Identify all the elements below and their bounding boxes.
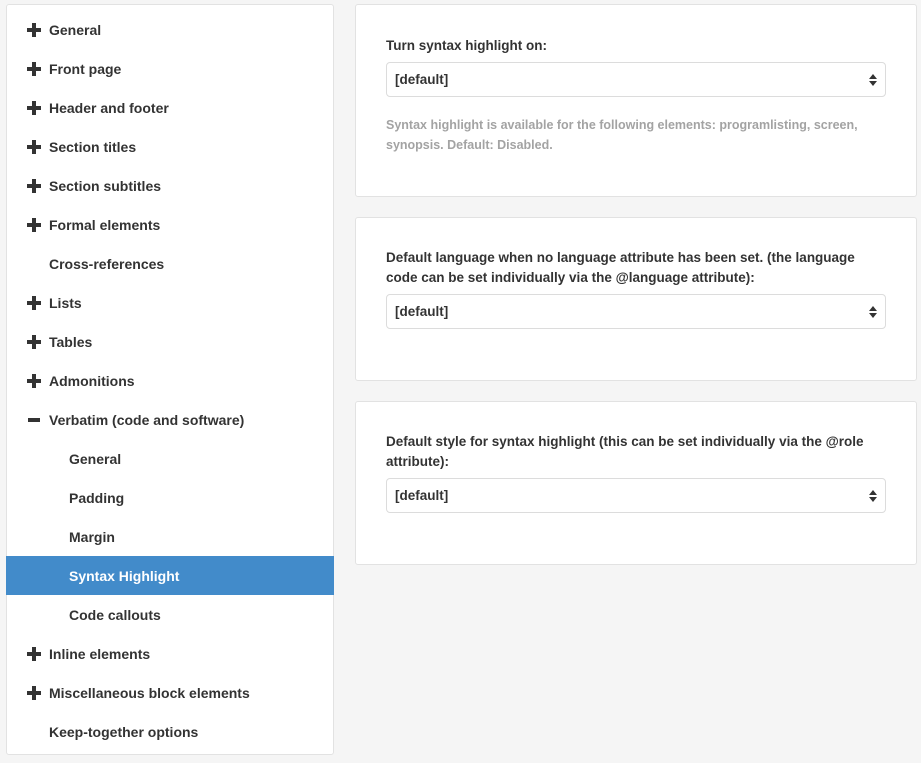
setting-card-default-style: Default style for syntax highlight (this… [355, 401, 917, 565]
sidebar-item-label: Admonitions [49, 372, 135, 389]
sidebar-item-label: General [69, 450, 122, 467]
sidebar-item-cross-references[interactable]: Cross-references [7, 244, 333, 283]
syntax-highlight-help-text: Syntax highlight is available for the fo… [386, 118, 858, 152]
sidebar-item-label: Tables [49, 333, 93, 350]
sidebar-item-section-subtitles[interactable]: Section subtitles [7, 166, 333, 205]
plus-icon [27, 217, 49, 232]
sidebar-item-section-titles[interactable]: Section titles [7, 127, 333, 166]
default-style-select[interactable]: [default] [386, 478, 886, 513]
select-arrows-icon [869, 305, 877, 318]
default-style-label: Default style for syntax highlight (this… [386, 434, 864, 469]
sidebar-item-admonitions[interactable]: Admonitions [7, 361, 333, 400]
sidebar-item-keep-together-options[interactable]: Keep-together options [7, 712, 333, 751]
sidebar-item-label: Lists [49, 294, 82, 311]
default-language-label: Default language when no language attrib… [386, 250, 855, 285]
sidebar-item-general[interactable]: General [7, 10, 333, 49]
sidebar-item-label: Verbatim (code and software) [49, 411, 245, 428]
sidebar-item-label: Padding [69, 489, 125, 506]
plus-icon [27, 685, 49, 700]
plus-icon [27, 334, 49, 349]
sidebar-item-label: Section titles [49, 138, 137, 155]
sidebar-item-label: General [49, 21, 102, 38]
select-arrows-icon [869, 73, 877, 86]
minus-icon [27, 413, 49, 427]
default-language-select[interactable]: [default] [386, 294, 886, 329]
sidebar-item-header-and-footer[interactable]: Header and footer [7, 88, 333, 127]
sidebar-subitem-code-callouts[interactable]: Code callouts [7, 595, 333, 634]
sidebar-item-label: Section subtitles [49, 177, 162, 194]
plus-icon [27, 100, 49, 115]
sidebar-item-lists[interactable]: Lists [7, 283, 333, 322]
sidebar-item-label: Formal elements [49, 216, 161, 233]
sidebar-item-label: Margin [69, 528, 115, 545]
sidebar-item-tables[interactable]: Tables [7, 322, 333, 361]
plus-icon [27, 61, 49, 76]
select-value: [default] [395, 72, 449, 87]
plus-icon [27, 295, 49, 310]
syntax-highlight-on-label: Turn syntax highlight on: [386, 38, 547, 53]
setting-card-syntax-highlight-on: Turn syntax highlight on: [default] Synt… [355, 4, 917, 197]
select-value: [default] [395, 488, 449, 503]
sidebar-item-label: Keep-together options [49, 723, 199, 740]
sidebar-item-label: Header and footer [49, 99, 169, 116]
sidebar-subitem-general[interactable]: General [7, 439, 333, 478]
select-value: [default] [395, 304, 449, 319]
plus-icon [27, 139, 49, 154]
sidebar-item-front-page[interactable]: Front page [7, 49, 333, 88]
plus-icon [27, 373, 49, 388]
setting-card-default-language: Default language when no language attrib… [355, 217, 917, 381]
sidebar-item-label: Syntax Highlight [69, 567, 180, 584]
sidebar-item-label: Inline elements [49, 645, 151, 662]
sidebar-item-label: Cross-references [49, 255, 165, 272]
plus-icon [27, 22, 49, 37]
sidebar-subitem-margin[interactable]: Margin [7, 517, 333, 556]
sidebar-nav: General Front page Header and footer Sec… [6, 4, 334, 755]
sidebar-item-misc-block-elements[interactable]: Miscellaneous block elements [7, 673, 333, 712]
select-arrows-icon [869, 489, 877, 502]
sidebar-item-inline-elements[interactable]: Inline elements [7, 634, 333, 673]
plus-icon [27, 646, 49, 661]
sidebar-item-label: Code callouts [69, 606, 161, 623]
sidebar-item-label: Miscellaneous block elements [49, 684, 250, 701]
sidebar-subitem-padding[interactable]: Padding [7, 478, 333, 517]
sidebar-item-label: Front page [49, 60, 122, 77]
syntax-highlight-on-select[interactable]: [default] [386, 62, 886, 97]
plus-icon [27, 178, 49, 193]
sidebar-item-formal-elements[interactable]: Formal elements [7, 205, 333, 244]
sidebar-item-verbatim[interactable]: Verbatim (code and software) [7, 400, 333, 439]
sidebar-subitem-syntax-highlight[interactable]: Syntax Highlight [6, 556, 334, 595]
